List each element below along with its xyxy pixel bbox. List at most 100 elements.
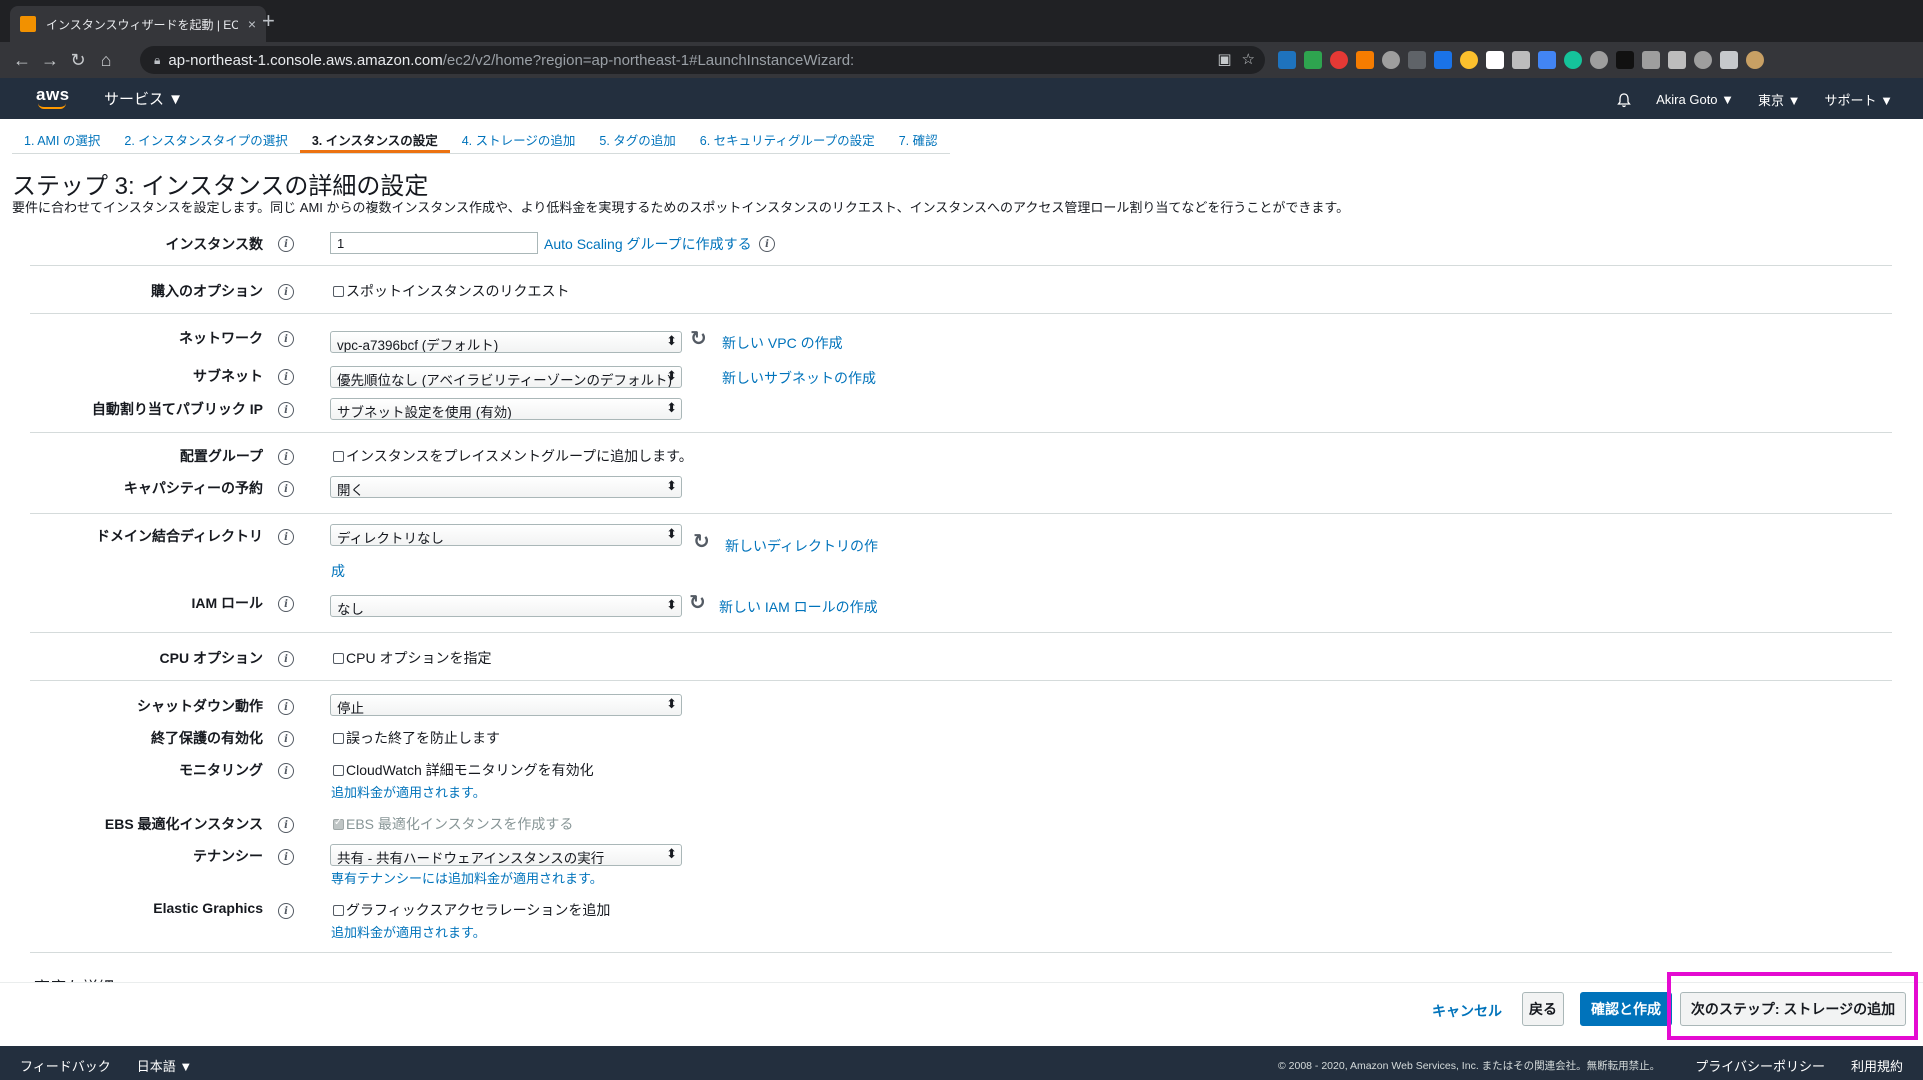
address-bar[interactable]: 🔒︎ ap-northeast-1.console.aws.amazon.com… <box>140 46 1265 74</box>
new-directory-link-wrap[interactable]: 成 <box>331 561 345 581</box>
extension-icon[interactable] <box>1460 51 1478 69</box>
browser-tab[interactable]: インスタンスウィザードを起動 | EC2 × <box>10 6 266 42</box>
extension-icon[interactable] <box>1330 51 1348 69</box>
monitoring-charges-link[interactable]: 追加料金が適用されます。 <box>331 782 486 801</box>
public-ip-select[interactable]: サブネット設定を使用 (有効) <box>330 398 682 420</box>
info-icon[interactable]: i <box>759 236 775 252</box>
iam-role-select[interactable]: なし <box>330 595 682 617</box>
info-icon[interactable]: i <box>278 284 294 300</box>
puzzle-extensions-icon[interactable] <box>1720 51 1738 69</box>
account-menu[interactable]: Akira Goto ▼ <box>1656 92 1734 107</box>
checkbox-box[interactable] <box>333 732 344 744</box>
checkbox-box[interactable] <box>333 285 344 297</box>
step-configure-instance[interactable]: 3. インスタンスの設定 <box>299 124 450 153</box>
home-icon[interactable]: ⌂ <box>92 50 120 71</box>
extension-icon[interactable] <box>1434 51 1452 69</box>
info-icon[interactable]: i <box>278 763 294 779</box>
capacity-reservation-select[interactable]: 開く <box>330 476 682 498</box>
profile-avatar-icon[interactable] <box>1746 51 1764 69</box>
extension-icon[interactable] <box>1408 51 1426 69</box>
new-subnet-link[interactable]: 新しいサブネットの作成 <box>722 368 876 388</box>
grammarly-extension-icon[interactable] <box>1564 51 1582 69</box>
subnet-select[interactable]: 優先順位なし (アベイラビリティーゾーンのデフォルト) <box>330 366 682 388</box>
instance-count-input[interactable] <box>330 232 538 254</box>
extension-icon[interactable] <box>1668 51 1686 69</box>
bookmark-star-icon[interactable]: ☆ <box>1242 50 1255 68</box>
extension-icon[interactable] <box>1486 51 1504 69</box>
tenancy-charges-link[interactable]: 専有テナンシーには追加料金が適用されます。 <box>331 868 603 887</box>
support-menu[interactable]: サポート ▼ <box>1825 90 1893 109</box>
graphics-charges-link[interactable]: 追加料金が適用されます。 <box>331 922 486 941</box>
step-review[interactable]: 7. 確認 <box>887 124 950 153</box>
language-selector[interactable]: 日本語 ▼ <box>137 1056 192 1075</box>
region-menu[interactable]: 東京 ▼ <box>1758 90 1800 109</box>
extension-icon[interactable] <box>1616 51 1634 69</box>
new-directory-link[interactable]: 新しいディレクトリの作 <box>725 536 878 556</box>
checkbox-box[interactable] <box>333 652 344 664</box>
aws-logo[interactable]: aws <box>36 85 70 105</box>
info-icon[interactable]: i <box>278 596 294 612</box>
new-vpc-link[interactable]: 新しい VPC の作成 <box>722 333 843 353</box>
cpu-options-checkbox[interactable]: CPU オプションを指定 <box>333 648 491 668</box>
info-icon[interactable]: i <box>278 481 294 497</box>
extension-icon[interactable] <box>1278 51 1296 69</box>
extension-icon[interactable] <box>1590 51 1608 69</box>
refresh-network-icon[interactable]: ↻ <box>690 326 707 351</box>
drive-extension-icon[interactable] <box>1304 51 1322 69</box>
info-icon[interactable]: i <box>278 817 294 833</box>
next-add-storage-button[interactable]: 次のステップ: ストレージの追加 <box>1680 992 1906 1026</box>
tenancy-select[interactable]: 共有 - 共有ハードウェアインスタンスの実行 <box>330 844 682 866</box>
info-icon[interactable]: i <box>278 731 294 747</box>
back-arrow-icon[interactable]: ← <box>8 50 36 71</box>
domain-directory-select[interactable]: ディレクトリなし <box>330 524 682 546</box>
refresh-iam-icon[interactable]: ↻ <box>689 590 706 615</box>
checkbox-box[interactable] <box>333 450 344 462</box>
info-icon[interactable]: i <box>278 651 294 667</box>
step-security-group[interactable]: 6. セキュリティグループの設定 <box>688 124 887 153</box>
info-icon[interactable]: i <box>278 699 294 715</box>
info-icon[interactable]: i <box>278 369 294 385</box>
info-icon[interactable]: i <box>278 402 294 418</box>
camera-extension-icon[interactable] <box>1642 51 1660 69</box>
step-add-tags[interactable]: 5. タグの追加 <box>587 124 687 153</box>
info-icon[interactable]: i <box>278 331 294 347</box>
feedback-link[interactable]: フィードバック <box>20 1056 111 1075</box>
bell-icon[interactable] <box>1616 92 1632 108</box>
extension-icon[interactable] <box>1356 51 1374 69</box>
services-menu[interactable]: サービス ▼ <box>104 88 183 109</box>
extension-icon[interactable] <box>1538 51 1556 69</box>
extension-icon[interactable] <box>1512 51 1530 69</box>
new-tab-icon[interactable]: + <box>262 10 275 32</box>
termination-protection-checkbox[interactable]: 誤った終了を防止します <box>333 728 500 748</box>
info-icon[interactable]: i <box>278 236 294 252</box>
info-icon[interactable]: i <box>278 849 294 865</box>
info-icon[interactable]: i <box>278 449 294 465</box>
new-iam-role-link[interactable]: 新しい IAM ロールの作成 <box>719 597 878 617</box>
shutdown-behavior-select[interactable]: 停止 <box>330 694 682 716</box>
extension-icon[interactable] <box>1382 51 1400 69</box>
network-select[interactable]: vpc-a7396bcf (デフォルト) <box>330 331 682 353</box>
reload-icon[interactable]: ↻ <box>64 50 92 71</box>
cancel-button[interactable]: キャンセル <box>1432 1001 1502 1021</box>
placement-group-checkbox[interactable]: インスタンスをプレイスメントグループに追加します。 <box>333 446 693 466</box>
privacy-policy-link[interactable]: プライバシーポリシー <box>1695 1056 1825 1075</box>
info-icon[interactable]: i <box>278 529 294 545</box>
terms-link[interactable]: 利用規約 <box>1851 1056 1903 1075</box>
back-button[interactable]: 戻る <box>1522 992 1564 1026</box>
spot-request-checkbox[interactable]: スポットインスタンスのリクエスト <box>333 281 569 301</box>
checkbox-box[interactable] <box>333 904 344 916</box>
step-choose-ami[interactable]: 1. AMI の選択 <box>12 124 112 153</box>
checkbox-box[interactable] <box>333 764 344 776</box>
auto-scaling-link[interactable]: Auto Scaling グループに作成する <box>544 234 752 254</box>
info-icon[interactable]: i <box>278 903 294 919</box>
extension-icon[interactable] <box>1694 51 1712 69</box>
step-choose-instance-type[interactable]: 2. インスタンスタイプの選択 <box>112 124 299 153</box>
monitoring-checkbox[interactable]: CloudWatch 詳細モニタリングを有効化 <box>333 760 594 780</box>
page-action-icon[interactable]: ▣ <box>1217 50 1231 68</box>
refresh-directory-icon[interactable]: ↻ <box>693 529 710 554</box>
step-add-storage[interactable]: 4. ストレージの追加 <box>450 124 588 153</box>
forward-arrow-icon[interactable]: → <box>36 50 64 71</box>
close-tab-icon[interactable]: × <box>248 16 256 32</box>
elastic-graphics-checkbox[interactable]: グラフィックスアクセラレーションを追加 <box>333 900 610 920</box>
review-and-launch-button[interactable]: 確認と作成 <box>1580 992 1672 1026</box>
